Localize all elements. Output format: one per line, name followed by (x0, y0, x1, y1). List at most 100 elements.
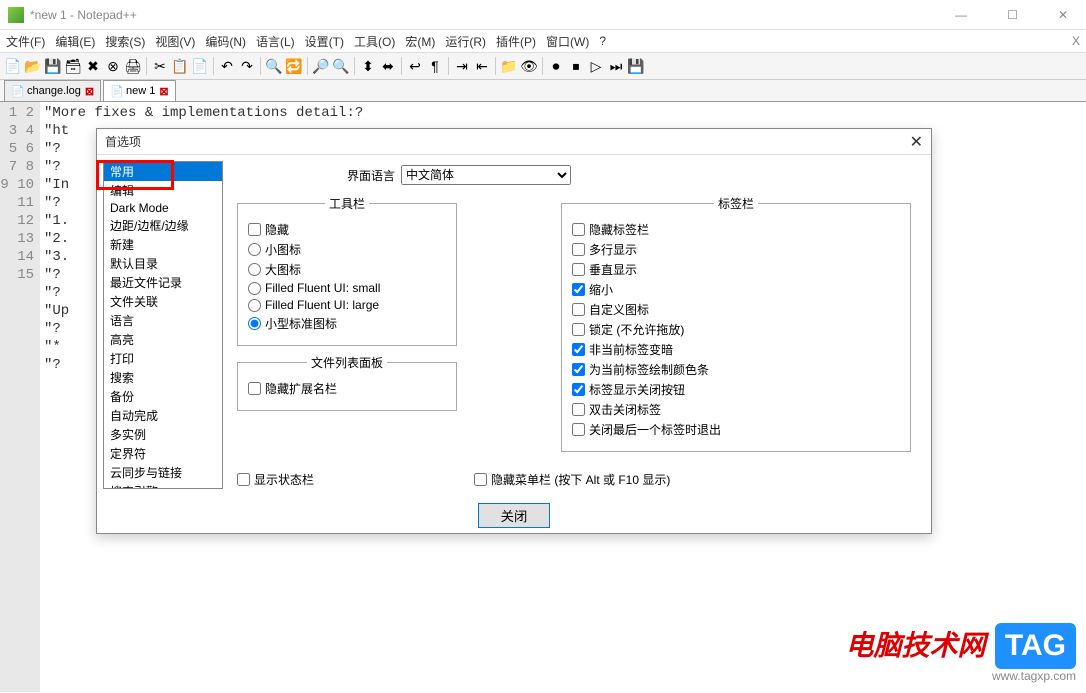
tabbar-option[interactable]: 自定义图标 (572, 301, 900, 318)
category-item[interactable]: 默认目录 (104, 254, 222, 273)
toolbar-legend: 工具栏 (325, 195, 369, 212)
play-icon[interactable]: ▷ (587, 57, 605, 75)
tabbar-option[interactable]: 关闭最后一个标签时退出 (572, 421, 900, 438)
minimize-button[interactable]: — (945, 4, 977, 26)
ui-language-select[interactable]: 中文简体 (401, 165, 571, 185)
close-button[interactable]: ✕ (1048, 4, 1078, 26)
toolbar-option[interactable]: Filled Fluent UI: large (248, 298, 446, 312)
tabbar-option[interactable]: 隐藏标签栏 (572, 221, 900, 238)
tabbar-option[interactable]: 标签显示关闭按钮 (572, 381, 900, 398)
save-macro-icon[interactable]: 💾 (627, 57, 645, 75)
outdent-icon[interactable]: ⇤ (473, 57, 491, 75)
cut-icon[interactable]: ✂ (151, 57, 169, 75)
menu-item[interactable]: 窗口(W) (546, 33, 589, 50)
file-tab[interactable]: 📄new 1⊠ (103, 80, 176, 101)
hide-menubar-check[interactable]: 隐藏菜单栏 (按下 Alt 或 F10 显示) (474, 471, 670, 488)
menu-item[interactable]: 设置(T) (305, 33, 344, 50)
sync-v-icon[interactable]: ⬍ (359, 57, 377, 75)
tabbar-legend: 标签栏 (714, 195, 758, 212)
category-item[interactable]: 多实例 (104, 425, 222, 444)
menu-item[interactable]: 运行(R) (445, 33, 486, 50)
file-tab[interactable]: 📄change.log⊠ (4, 80, 101, 101)
replace-icon[interactable]: 🔁 (285, 57, 303, 75)
category-item[interactable]: 新建 (104, 235, 222, 254)
category-item[interactable]: 文件关联 (104, 292, 222, 311)
category-list[interactable]: 常用编辑Dark Mode边距/边框/边缘新建默认目录最近文件记录文件关联语言高… (103, 161, 223, 489)
save-all-icon[interactable]: 🗃 (64, 57, 82, 75)
redo-icon[interactable]: ↷ (238, 57, 256, 75)
stop-icon[interactable]: ⏹ (567, 57, 585, 75)
close-file-icon[interactable]: ✖ (84, 57, 102, 75)
folder-icon[interactable]: 📁 (500, 57, 518, 75)
close-all-icon[interactable]: ⊗ (104, 57, 122, 75)
dialog-titlebar: 首选项 ✕ (97, 129, 931, 155)
zoom-in-icon[interactable]: 🔎 (312, 57, 330, 75)
sync-h-icon[interactable]: ⬌ (379, 57, 397, 75)
toolbar-option[interactable]: 隐藏 (248, 221, 446, 238)
toolbar-option[interactable]: 小型标准图标 (248, 315, 446, 332)
open-file-icon[interactable]: 📂 (24, 57, 42, 75)
save-icon[interactable]: 💾 (44, 57, 62, 75)
new-file-icon[interactable]: 📄 (4, 57, 22, 75)
ui-language-label: 界面语言 (347, 167, 395, 184)
hide-menubar-input[interactable] (474, 473, 487, 486)
toolbar-option[interactable]: 小图标 (248, 241, 446, 258)
tabbar-option[interactable]: 双击关闭标签 (572, 401, 900, 418)
category-item[interactable]: 搜索 (104, 368, 222, 387)
record-icon[interactable]: ⏺ (547, 57, 565, 75)
show-statusbar-input[interactable] (237, 473, 250, 486)
print-icon[interactable]: 🖨 (124, 57, 142, 75)
tabbar-option[interactable]: 非当前标签变暗 (572, 341, 900, 358)
tabbar-option[interactable]: 缩小 (572, 281, 900, 298)
category-item[interactable]: 打印 (104, 349, 222, 368)
category-item[interactable]: 常用 (104, 162, 222, 181)
menu-x-icon[interactable]: X (1072, 34, 1080, 48)
menu-item[interactable]: 插件(P) (496, 33, 536, 50)
menu-item[interactable]: 编辑(E) (55, 33, 95, 50)
category-item[interactable]: 编辑 (104, 181, 222, 200)
category-item[interactable]: 搜索引擎 (104, 482, 222, 489)
category-item[interactable]: 云同步与链接 (104, 463, 222, 482)
category-item[interactable]: 自动完成 (104, 406, 222, 425)
category-item[interactable]: 定界符 (104, 444, 222, 463)
tabbar-option[interactable]: 多行显示 (572, 241, 900, 258)
category-item[interactable]: 高亮 (104, 330, 222, 349)
menu-item[interactable]: 搜索(S) (105, 33, 145, 50)
show-statusbar-check[interactable]: 显示状态栏 (237, 471, 314, 488)
menu-item[interactable]: 编码(N) (205, 33, 246, 50)
show-chars-icon[interactable]: ¶ (426, 57, 444, 75)
copy-icon[interactable]: 📋 (171, 57, 189, 75)
filelistpanel-option[interactable]: 隐藏扩展名栏 (248, 380, 446, 397)
tab-row: 📄change.log⊠📄new 1⊠ (0, 80, 1086, 102)
file-icon: 📄 (11, 85, 23, 97)
menu-item[interactable]: 宏(M) (405, 33, 435, 50)
wrap-icon[interactable]: ↩ (406, 57, 424, 75)
tabbar-option[interactable]: 锁定 (不允许拖放) (572, 321, 900, 338)
menu-item[interactable]: 语言(L) (256, 33, 295, 50)
monitor-icon[interactable]: 👁 (520, 57, 538, 75)
category-item[interactable]: 最近文件记录 (104, 273, 222, 292)
category-item[interactable]: 语言 (104, 311, 222, 330)
maximize-button[interactable]: ☐ (997, 4, 1028, 26)
close-tab-icon[interactable]: ⊠ (85, 85, 94, 98)
menu-item[interactable]: ? (599, 34, 606, 48)
toolbar-option[interactable]: Filled Fluent UI: small (248, 281, 446, 295)
category-item[interactable]: 备份 (104, 387, 222, 406)
indent-icon[interactable]: ⇥ (453, 57, 471, 75)
paste-icon[interactable]: 📄 (191, 57, 209, 75)
playmulti-icon[interactable]: ⏭ (607, 57, 625, 75)
menu-item[interactable]: 工具(O) (354, 33, 395, 50)
menu-item[interactable]: 文件(F) (6, 33, 45, 50)
category-item[interactable]: 边距/边框/边缘 (104, 216, 222, 235)
dialog-close-button[interactable]: 关闭 (478, 503, 551, 528)
toolbar-option[interactable]: 大图标 (248, 261, 446, 278)
tabbar-option[interactable]: 垂直显示 (572, 261, 900, 278)
menu-item[interactable]: 视图(V) (155, 33, 195, 50)
close-tab-icon[interactable]: ⊠ (159, 85, 168, 98)
find-icon[interactable]: 🔍 (265, 57, 283, 75)
dialog-close-icon[interactable]: ✕ (910, 132, 923, 152)
zoom-out-icon[interactable]: 🔍 (332, 57, 350, 75)
undo-icon[interactable]: ↶ (218, 57, 236, 75)
tabbar-option[interactable]: 为当前标签绘制颜色条 (572, 361, 900, 378)
category-item[interactable]: Dark Mode (104, 200, 222, 216)
